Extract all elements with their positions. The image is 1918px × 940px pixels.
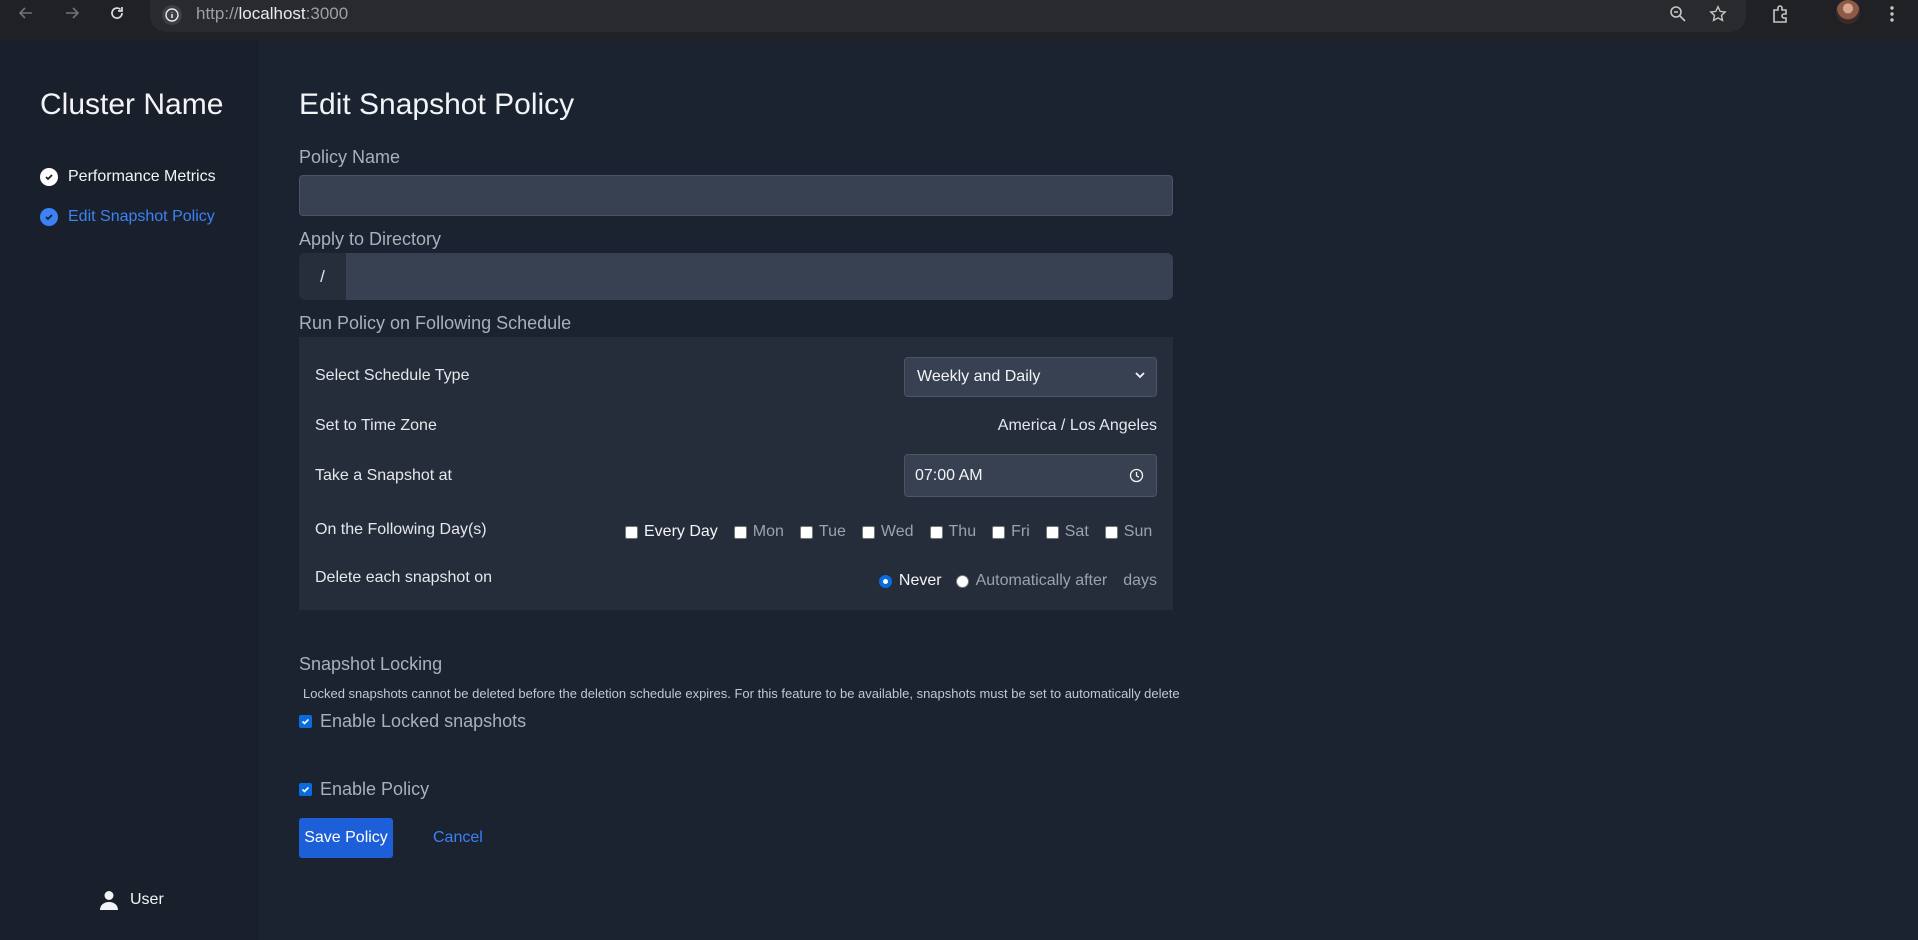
enable-locked-snapshots[interactable]: Enable Locked snapshots	[299, 711, 526, 732]
checkbox[interactable]	[1104, 525, 1118, 539]
snapshot-locking-help: Locked snapshots cannot be deleted befor…	[303, 686, 1180, 701]
check-circle-icon	[40, 168, 58, 186]
user-menu[interactable]: User	[100, 890, 164, 910]
back-icon[interactable]	[10, 0, 42, 26]
enable-policy[interactable]: Enable Policy	[299, 779, 429, 800]
directory-prefix: /	[299, 253, 346, 300]
site-info-icon[interactable]	[162, 5, 182, 25]
day-every-day[interactable]: Every Day	[625, 523, 718, 541]
cluster-name: Cluster Name	[40, 88, 224, 121]
snapshot-time-value: 07:00 AM	[915, 466, 983, 484]
directory-label: Apply to Directory	[299, 229, 442, 249]
days-group: Every Day Mon Tue Wed Thu Fri Sat Sun	[625, 523, 1152, 541]
chevron-down-icon	[1135, 372, 1145, 379]
sidebar-item-performance-metrics[interactable]: Performance Metrics	[40, 168, 216, 186]
schedule-panel: Select Schedule Type Weekly and Daily Se…	[299, 337, 1173, 610]
days-unit-label: days	[1123, 572, 1157, 589]
checkbox[interactable]	[929, 525, 943, 539]
radio-button[interactable]	[955, 574, 969, 588]
address-bar[interactable]: http://localhost:3000	[150, 0, 1746, 32]
timezone-label: Set to Time Zone	[315, 417, 437, 434]
checkbox[interactable]	[299, 783, 312, 796]
profile-avatar[interactable]	[1836, 0, 1860, 24]
url-text: http://localhost:3000	[196, 4, 349, 23]
menu-kebab-icon[interactable]	[1878, 2, 1906, 26]
checkbox[interactable]	[861, 525, 875, 539]
check-circle-icon	[40, 208, 58, 226]
snapshot-locking-title: Snapshot Locking	[299, 654, 443, 674]
main-content: Edit Snapshot Policy Policy Name Apply t…	[259, 40, 1918, 940]
radio-button[interactable]	[878, 574, 892, 588]
reload-icon[interactable]	[101, 0, 133, 26]
schedule-type-select[interactable]: Weekly and Daily	[904, 357, 1157, 397]
delete-never-radio[interactable]: Never	[878, 572, 942, 590]
timezone-value: America / Los Angeles	[997, 417, 1157, 434]
sidebar: Cluster Name Performance Metrics Edit Sn…	[0, 40, 259, 940]
day-sat[interactable]: Sat	[1045, 523, 1089, 541]
checkbox[interactable]	[1045, 525, 1059, 539]
cancel-link[interactable]: Cancel	[433, 829, 483, 847]
snapshot-time-input[interactable]: 07:00 AM	[904, 454, 1157, 497]
page-title: Edit Snapshot Policy	[299, 88, 575, 121]
delete-auto-radio[interactable]: Automatically after	[955, 572, 1107, 590]
schedule-label: Run Policy on Following Schedule	[299, 313, 572, 333]
checkbox[interactable]	[625, 525, 638, 539]
user-label: User	[130, 891, 164, 908]
day-tue[interactable]: Tue	[799, 523, 846, 541]
day-thu[interactable]: Thu	[929, 523, 976, 541]
schedule-type-value: Weekly and Daily	[917, 368, 1041, 385]
time-label: Take a Snapshot at	[315, 467, 452, 484]
day-fri[interactable]: Fri	[992, 523, 1030, 541]
days-label: On the Following Day(s)	[315, 521, 487, 538]
sidebar-item-label: Edit Snapshot Policy	[68, 208, 215, 225]
schedule-type-label: Select Schedule Type	[315, 367, 470, 384]
checkbox[interactable]	[299, 715, 312, 728]
directory-input[interactable]	[346, 253, 1173, 300]
checkbox[interactable]	[733, 525, 747, 539]
extensions-icon[interactable]	[1766, 2, 1794, 26]
delete-label: Delete each snapshot on	[315, 569, 493, 586]
user-icon	[100, 891, 118, 910]
checkbox[interactable]	[799, 525, 813, 539]
day-wed[interactable]: Wed	[861, 523, 914, 541]
save-policy-button[interactable]: Save Policy	[299, 818, 393, 858]
policy-name-label: Policy Name	[299, 147, 401, 167]
zoom-icon[interactable]	[1664, 2, 1692, 26]
checkbox[interactable]	[992, 525, 1006, 539]
browser-toolbar: http://localhost:3000	[0, 0, 1918, 40]
delete-options: Never Automatically after days	[878, 572, 1157, 590]
day-sun[interactable]: Sun	[1104, 523, 1152, 541]
clock-icon[interactable]	[1129, 468, 1144, 483]
bookmark-star-icon[interactable]	[1704, 2, 1732, 26]
sidebar-item-edit-snapshot-policy[interactable]: Edit Snapshot Policy	[40, 208, 215, 226]
policy-name-input[interactable]	[299, 175, 1173, 216]
forward-icon[interactable]	[56, 0, 88, 26]
day-mon[interactable]: Mon	[733, 523, 784, 541]
sidebar-item-label: Performance Metrics	[68, 168, 216, 185]
